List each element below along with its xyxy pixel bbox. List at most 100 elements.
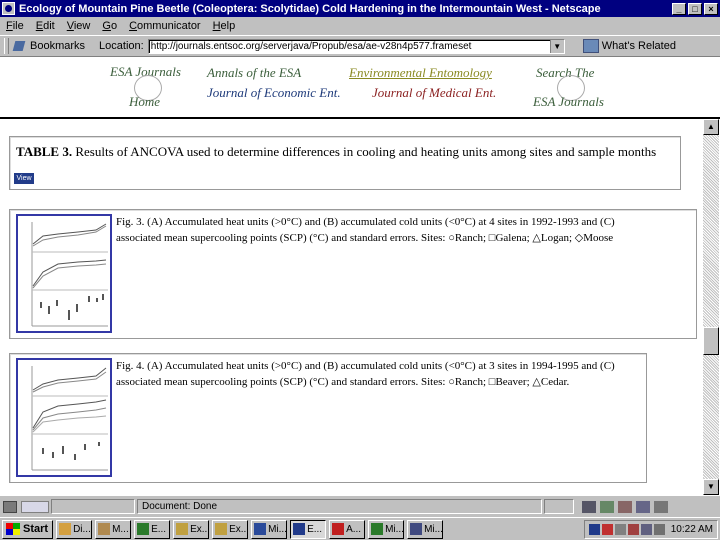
start-button[interactable]: Start [2,519,54,539]
composer-icon[interactable] [636,500,650,513]
nav-environmental-ent[interactable]: Environmental Entomology [349,65,492,81]
document-icon [59,523,72,535]
tray-app-icon[interactable] [601,523,613,535]
explorer-icon [215,523,228,535]
figure4-caption-line1: Fig. 4. (A) Accumulated heat units (>0°C… [116,360,615,372]
whats-related-icon[interactable] [582,39,599,53]
close-button[interactable]: × [704,2,718,15]
menu-edit[interactable]: Edit [36,20,55,32]
nav-medical-ent[interactable]: Journal of Medical Ent. [372,85,496,101]
task-label: M... [112,523,129,535]
frame-divider[interactable] [0,117,720,119]
taskbar-item-5[interactable]: Mi... [251,519,288,539]
taskbar-item-1[interactable]: M... [95,519,132,539]
nav-economic-ent[interactable]: Journal of Economic Ent. [207,85,341,101]
toolbar-grip[interactable] [4,38,9,54]
start-label: Start [23,523,49,535]
menu-bar: File Edit View Go Communicator Help [0,17,720,35]
system-tray: 10:22 AM [583,519,718,539]
status-empty-field [544,499,574,514]
navigator-icon[interactable] [582,500,596,513]
figure4-thumbnail[interactable] [16,358,112,477]
windows-logo-icon [6,523,20,535]
tray-monitor-icon[interactable] [640,523,652,535]
taskbar-item-4[interactable]: Ex... [212,519,249,539]
figure3-site-moose: Moose [583,232,614,244]
menu-view[interactable]: View [67,20,91,32]
nav-annals[interactable]: Annals of the ESA [207,65,301,81]
circle-symbol-icon: ○ [448,232,455,244]
menu-help[interactable]: Help [213,20,236,32]
bookmarks-icon[interactable] [12,40,26,52]
task-label: Ex... [190,523,210,535]
bookmarks-button[interactable]: Bookmarks [30,40,85,52]
tray-volume-icon[interactable] [627,523,639,535]
figure3-site-galena: Galena; [495,232,530,244]
vertical-scrollbar[interactable]: ▲ ▼ [703,119,719,495]
whats-related-button[interactable]: What's Related [602,40,676,52]
task-label: A... [346,523,362,535]
taskbar-item-2[interactable]: E... [134,519,171,539]
title-bar[interactable]: Ecology of Mountain Pine Beetle (Coleopt… [0,0,720,17]
maximize-button[interactable]: □ [688,2,702,15]
mail-icon[interactable] [600,500,614,513]
figure3-site-ranch: Ranch; [454,232,487,244]
task-label: E... [307,523,323,535]
triangle-symbol-icon: △ [532,232,541,244]
conference-icon[interactable] [654,500,668,513]
netscape-icon [2,2,15,15]
table3-box: TABLE 3. Results of ANCOVA used to deter… [9,136,681,190]
tray-network-icon[interactable] [614,523,626,535]
task-label: Mi... [268,523,287,535]
location-label: Location: [99,40,144,52]
taskbar: Start Di... M... E... Ex... Ex... Mi... … [0,517,720,540]
task-label: Mi... [385,523,404,535]
tray-printer-icon[interactable] [653,523,665,535]
triangle-symbol-icon: △ [532,376,541,388]
figure3-thumbnail[interactable] [16,214,112,333]
status-progress [51,499,135,514]
menu-file[interactable]: File [6,20,24,32]
window-title: Ecology of Mountain Pine Beetle (Coleopt… [19,2,601,15]
taskbar-item-3[interactable]: Ex... [173,519,210,539]
figure3-caption-line1: Fig. 3. (A) Accumulated heat units (>0°C… [116,216,615,228]
task-label: Ex... [229,523,249,535]
folder-icon [98,523,111,535]
task-label: E... [151,523,167,535]
tray-shield-icon[interactable] [588,523,600,535]
journal-banner: ESA Journals Home Annals of the ESA Jour… [0,57,720,118]
component-bar [582,500,668,513]
clock[interactable]: 10:22 AM [671,524,713,535]
taskbar-item-6[interactable]: E... [290,519,327,539]
table3-view-button[interactable]: View [14,173,34,184]
figure3-caption-line2: associated mean supercooling points (SCP… [116,230,694,246]
app-icon [410,523,423,535]
security-lock-icon[interactable] [3,500,17,513]
discussions-icon[interactable] [618,500,632,513]
figure4-caption-prefix: associated mean supercooling points (SCP… [116,376,446,388]
minimize-button[interactable]: _ [672,2,686,15]
url-dropdown-icon[interactable]: ▼ [549,39,564,53]
connection-icon [21,500,49,513]
figure4-site-ranch: Ranch; [454,376,487,388]
nav-home[interactable]: Home [129,94,160,110]
taskbar-item-0[interactable]: Di... [56,519,93,539]
taskbar-item-9[interactable]: Mi... [407,519,444,539]
figure4-site-beaver: Beaver; [495,376,530,388]
scroll-down-icon[interactable]: ▼ [703,479,719,495]
scroll-up-icon[interactable]: ▲ [703,119,719,135]
figure3-caption-prefix: associated mean supercooling points (SCP… [116,232,446,244]
menu-go[interactable]: Go [102,20,117,32]
menu-communicator[interactable]: Communicator [129,20,201,32]
nav-search-journals[interactable]: ESA Journals [533,94,604,110]
taskbar-item-7[interactable]: A... [329,519,366,539]
page-content: ESA Journals Home Annals of the ESA Jour… [0,57,720,495]
task-label: Di... [73,523,91,535]
figure4-caption: Fig. 4. (A) Accumulated heat units (>0°C… [116,358,644,390]
taskbar-item-8[interactable]: Mi... [368,519,405,539]
figure3-caption: Fig. 3. (A) Accumulated heat units (>0°C… [116,214,694,246]
url-input[interactable]: http://journals.entsoc.org/serverjava/Pr… [147,38,565,54]
figure4-caption-line2: associated mean supercooling points (SCP… [116,374,644,390]
scroll-thumb[interactable] [703,327,719,355]
location-toolbar: Bookmarks Location: http://journals.ents… [0,35,720,57]
